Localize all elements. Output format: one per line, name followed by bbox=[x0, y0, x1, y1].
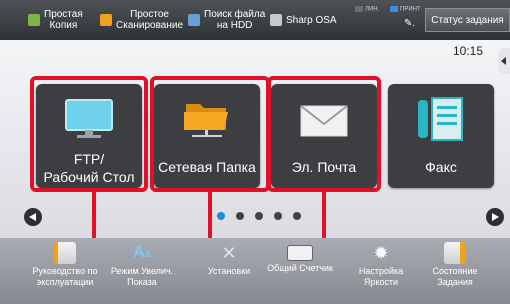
hdd-search-icon bbox=[188, 14, 200, 26]
brightness-icon: ✹ bbox=[373, 243, 389, 263]
fax-tile[interactable]: Факс bbox=[388, 84, 494, 188]
enlarge-display-button[interactable]: Aa Режим Увелич. Показа bbox=[107, 242, 177, 288]
job-status-icon bbox=[444, 242, 466, 264]
line-indicator: ЛИН. bbox=[355, 6, 379, 13]
page-dot bbox=[255, 212, 263, 220]
enlarge-display-icon: Aa bbox=[133, 244, 151, 261]
fax-icon bbox=[418, 97, 463, 141]
print-indicator-light bbox=[390, 6, 398, 12]
arrow-left-icon bbox=[29, 213, 36, 221]
clock: 10:15 bbox=[453, 44, 484, 58]
line-indicator-light bbox=[355, 6, 363, 12]
simple-copy-label: Простая Копия bbox=[44, 9, 83, 31]
print-indicator: ПРИНТ bbox=[390, 6, 421, 13]
simple-scan-label: Простое Сканирование bbox=[116, 9, 184, 31]
sharp-osa-label: Sharp OSA bbox=[286, 14, 337, 26]
job-status-button[interactable]: Статус задания bbox=[425, 8, 510, 32]
osa-icon bbox=[270, 14, 282, 26]
total-counter-button[interactable]: Общий Счетчик bbox=[265, 242, 335, 274]
line-indicator-label: ЛИН. bbox=[365, 6, 380, 13]
copy-icon bbox=[28, 14, 40, 26]
network-folder-tile-highlight bbox=[150, 76, 270, 192]
counter-icon bbox=[287, 245, 313, 261]
total-counter-label: Общий Счетчик bbox=[267, 263, 333, 273]
manual-button[interactable]: Руководство по эксплуатации bbox=[30, 242, 100, 288]
next-page-button[interactable] bbox=[486, 208, 504, 226]
ftp-tile-highlight bbox=[30, 76, 148, 192]
hdd-file-search-button[interactable]: Поиск файла на HDD bbox=[188, 0, 265, 40]
side-panel-tab[interactable] bbox=[498, 48, 510, 74]
email-tile-highlight bbox=[267, 76, 381, 192]
enlarge-display-label: Режим Увелич. Показа bbox=[110, 266, 174, 287]
brightness-label: Настройка Яркости bbox=[358, 266, 404, 287]
settings-button[interactable]: ✕ Установки bbox=[194, 242, 264, 277]
page-dot bbox=[217, 212, 225, 220]
hdd-file-search-label: Поиск файла на HDD bbox=[204, 9, 266, 31]
job-status-shortcut-label: Состояние Задания bbox=[432, 266, 478, 287]
page-dot bbox=[236, 212, 244, 220]
manual-icon bbox=[54, 242, 76, 264]
page-dot bbox=[274, 212, 282, 220]
scan-icon bbox=[100, 14, 112, 26]
manual-label: Руководство по эксплуатации bbox=[32, 266, 98, 287]
page-dot bbox=[293, 212, 301, 220]
job-status-shortcut-button[interactable]: Состояние Задания bbox=[420, 242, 490, 288]
previous-page-button[interactable] bbox=[24, 208, 42, 226]
settings-label: Установки bbox=[207, 266, 251, 276]
simple-copy-button[interactable]: Простая Копия bbox=[28, 0, 83, 40]
data-activity-icon: ✎. bbox=[404, 18, 416, 29]
settings-tools-icon: ✕ bbox=[221, 243, 237, 263]
page-indicator bbox=[217, 212, 301, 220]
sharp-osa-button[interactable]: Sharp OSA bbox=[270, 0, 337, 40]
arrow-right-icon bbox=[492, 213, 499, 221]
print-indicator-label: ПРИНТ bbox=[400, 6, 421, 13]
simple-scan-button[interactable]: Простое Сканирование bbox=[100, 0, 183, 40]
brightness-button[interactable]: ✹ Настройка Яркости bbox=[346, 242, 416, 288]
fax-label: Факс bbox=[425, 159, 457, 175]
